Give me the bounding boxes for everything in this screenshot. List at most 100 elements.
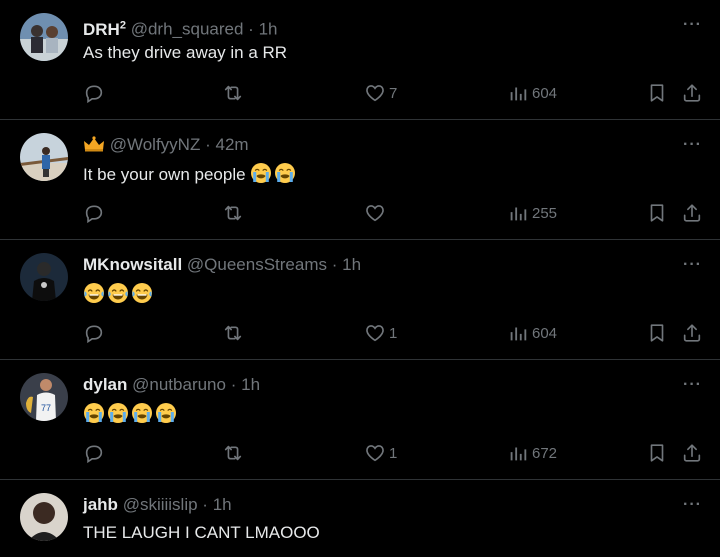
display-name[interactable]: dylan <box>83 375 127 394</box>
view-count: 604 <box>532 84 558 102</box>
action-bar: 1 604 <box>83 320 708 346</box>
retweet-button[interactable] <box>222 320 244 346</box>
action-bar: 1 672 <box>83 440 708 466</box>
reply-icon <box>83 82 105 104</box>
share-icon <box>681 442 703 464</box>
like-button[interactable]: 7 <box>364 80 397 106</box>
view-count: 672 <box>532 444 558 462</box>
loudly-crying-face-emoji <box>155 402 177 424</box>
analytics-icon <box>507 442 529 464</box>
more-options-icon[interactable]: ··· <box>683 136 702 154</box>
user-handle[interactable]: @nutbaruno <box>132 375 226 394</box>
more-options-icon[interactable]: ··· <box>683 16 702 34</box>
avatar[interactable] <box>20 133 68 181</box>
tweet[interactable]: DRH2 @drh_squared · 1h ··· As they drive… <box>0 0 720 120</box>
retweet-button[interactable] <box>222 200 244 226</box>
timeline-feed: DRH2 @drh_squared · 1h ··· As they drive… <box>0 0 720 557</box>
bookmark-icon <box>646 322 668 344</box>
views-button[interactable]: 255 <box>507 200 557 226</box>
loudly-crying-face-emoji <box>274 162 296 184</box>
loudly-crying-face-emoji <box>107 402 129 424</box>
avatar[interactable] <box>20 13 68 61</box>
analytics-icon <box>507 82 529 104</box>
separator-dot: · <box>230 375 237 394</box>
bookmark-button[interactable] <box>646 320 668 346</box>
bookmark-button[interactable] <box>646 440 668 466</box>
tweet-header: jahb @skiiiislip · 1h <box>83 494 232 516</box>
tweet[interactable]: 77 dylan @nutbaruno · 1h ··· 1 672 <box>0 360 720 480</box>
action-bar: 7 604 <box>83 80 708 106</box>
avatar[interactable] <box>20 253 68 301</box>
timestamp[interactable]: 42m <box>216 135 249 154</box>
avatar[interactable]: 77 <box>20 373 68 421</box>
bookmark-button[interactable] <box>646 200 668 226</box>
bookmark-button[interactable] <box>646 80 668 106</box>
reply-button[interactable] <box>83 200 105 226</box>
like-button[interactable]: 1 <box>364 440 397 466</box>
loudly-crying-face-emoji <box>250 162 272 184</box>
share-button[interactable] <box>681 320 703 346</box>
reply-button[interactable] <box>83 320 105 346</box>
like-count: 7 <box>389 84 398 102</box>
timestamp[interactable]: 1h <box>342 255 361 274</box>
separator-dot: · <box>331 255 338 274</box>
share-icon <box>681 82 703 104</box>
views-button[interactable]: 604 <box>507 320 557 346</box>
bookmark-icon <box>646 82 668 104</box>
retweet-button[interactable] <box>222 80 244 106</box>
views-button[interactable]: 672 <box>507 440 557 466</box>
share-button[interactable] <box>681 440 703 466</box>
heart-icon <box>364 82 386 104</box>
view-count: 604 <box>532 324 558 342</box>
tweet-header: @WolfyyNZ · 42m <box>83 134 249 156</box>
tweet-text <box>83 402 179 426</box>
heart-icon <box>364 202 386 224</box>
reply-button[interactable] <box>83 440 105 466</box>
loudly-crying-face-emoji <box>131 402 153 424</box>
avatar[interactable] <box>20 493 68 541</box>
crown-icon <box>84 136 104 152</box>
bookmark-icon <box>646 442 668 464</box>
joy-face-emoji <box>107 282 129 304</box>
share-button[interactable] <box>681 200 703 226</box>
like-count: 1 <box>389 324 398 342</box>
analytics-icon <box>507 202 529 224</box>
tweet[interactable]: jahb @skiiiislip · 1h ··· THE LAUGH I CA… <box>0 480 720 557</box>
user-handle[interactable]: @WolfyyNZ <box>110 135 201 154</box>
display-name[interactable]: MKnowsitall <box>83 255 182 274</box>
reply-button[interactable] <box>83 80 105 106</box>
like-button[interactable]: 1 <box>364 320 397 346</box>
retweet-button[interactable] <box>222 440 244 466</box>
tweet[interactable]: MKnowsitall @QueensStreams · 1h ··· 1 60… <box>0 240 720 360</box>
timestamp[interactable]: 1h <box>259 20 278 39</box>
tweet-text: As they drive away in a RR <box>83 43 288 62</box>
view-count: 255 <box>532 204 558 222</box>
more-options-icon[interactable]: ··· <box>683 496 702 514</box>
retweet-icon <box>222 202 244 224</box>
separator-dot: · <box>202 495 208 514</box>
heart-icon <box>364 442 386 464</box>
more-options-icon[interactable]: ··· <box>683 256 702 274</box>
tweet[interactable]: @WolfyyNZ · 42m ··· It be your own peopl… <box>0 120 720 240</box>
user-handle[interactable]: @QueensStreams <box>187 255 327 274</box>
user-handle[interactable]: @drh_squared <box>131 20 244 39</box>
user-handle[interactable]: @skiiiislip <box>123 495 198 514</box>
more-options-icon[interactable]: ··· <box>683 376 702 394</box>
tweet-text: It be your own people <box>83 162 298 186</box>
reply-icon <box>83 202 105 224</box>
like-count: 1 <box>389 444 398 462</box>
timestamp[interactable]: 1h <box>213 495 232 514</box>
timestamp[interactable]: 1h <box>241 375 260 394</box>
display-name[interactable]: jahb <box>83 495 118 514</box>
like-button[interactable] <box>364 200 389 226</box>
share-icon <box>681 322 703 344</box>
tweet-text: THE LAUGH I CANT LMAOOO <box>83 523 320 542</box>
joy-face-emoji <box>83 282 105 304</box>
display-name[interactable]: DRH2 <box>83 19 126 39</box>
svg-text:77: 77 <box>41 403 51 413</box>
separator-dot: · <box>205 135 211 154</box>
views-button[interactable]: 604 <box>507 80 557 106</box>
joy-face-emoji <box>131 282 153 304</box>
loudly-crying-face-emoji <box>83 402 105 424</box>
share-button[interactable] <box>681 80 703 106</box>
